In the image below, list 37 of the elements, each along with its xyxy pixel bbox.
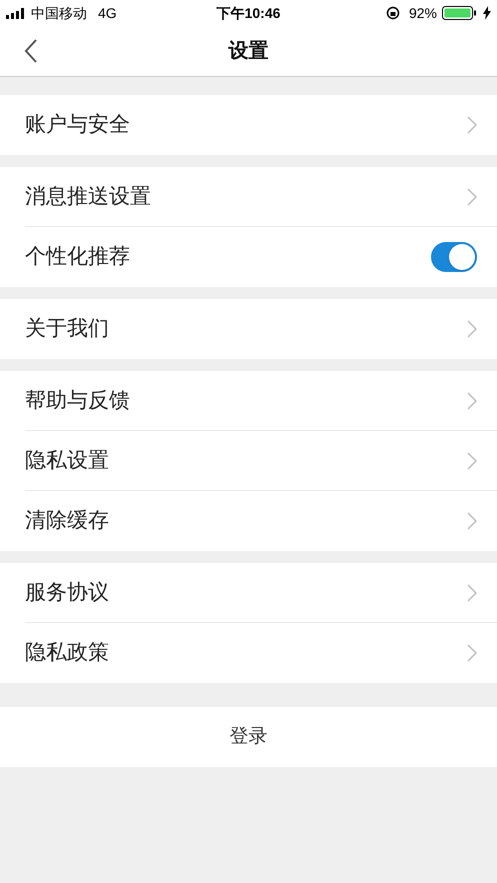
- settings-row[interactable]: 消息推送设置: [0, 167, 497, 227]
- setting-label: 账户与安全: [25, 112, 131, 138]
- carrier-name: 中国移动: [31, 4, 87, 22]
- setting-label: 隐私政策: [25, 640, 110, 666]
- settings-row[interactable]: 清除缓存: [0, 491, 497, 551]
- chevron-right-icon: [467, 512, 477, 530]
- rotation-lock-icon: [386, 6, 400, 20]
- setting-label: 消息推送设置: [25, 184, 152, 210]
- chevron-right-icon: [467, 320, 477, 338]
- settings-row[interactable]: 个性化推荐: [0, 227, 497, 287]
- chevron-right-icon: [467, 188, 477, 206]
- charging-icon: [483, 6, 491, 20]
- status-time: 下午10:46: [216, 4, 280, 22]
- login-button[interactable]: 登录: [0, 707, 497, 767]
- settings-row[interactable]: 账户与安全: [0, 95, 497, 155]
- chevron-right-icon: [467, 644, 477, 662]
- setting-label: 清除缓存: [25, 508, 110, 534]
- setting-label: 个性化推荐: [25, 244, 131, 270]
- settings-row[interactable]: 隐私政策: [0, 623, 497, 683]
- settings-row[interactable]: 服务协议: [0, 563, 497, 623]
- chevron-right-icon: [467, 116, 477, 134]
- settings-row[interactable]: 隐私设置: [0, 431, 497, 491]
- signal-icon: [6, 8, 26, 18]
- chevron-right-icon: [467, 452, 477, 470]
- page-title: 设置: [228, 39, 268, 64]
- battery-icon: [442, 6, 478, 20]
- toggle-switch[interactable]: [431, 242, 477, 272]
- battery-percent: 92%: [408, 4, 437, 22]
- setting-label: 隐私设置: [25, 448, 110, 474]
- setting-label: 服务协议: [25, 580, 110, 606]
- settings-row[interactable]: 帮助与反馈: [0, 371, 497, 431]
- setting-label: 关于我们: [25, 316, 110, 342]
- setting-label: 帮助与反馈: [25, 388, 131, 414]
- chevron-right-icon: [467, 584, 477, 602]
- network-type: 4G: [98, 4, 117, 22]
- chevron-right-icon: [467, 392, 477, 410]
- settings-row[interactable]: 关于我们: [0, 299, 497, 359]
